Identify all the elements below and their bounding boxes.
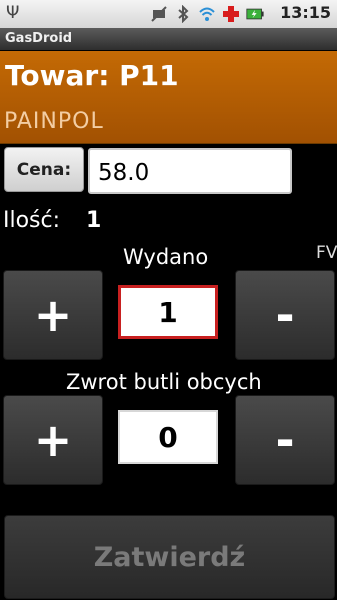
status-bar: Ψ 13:15 xyxy=(0,0,337,28)
app-title-bar: GasDroid xyxy=(0,28,337,50)
product-title: Towar: P11 xyxy=(5,59,179,92)
quantity-value: 1 xyxy=(86,208,102,233)
returns-title: Zwrot butli obcych xyxy=(66,370,262,394)
issued-plus-button[interactable]: + xyxy=(3,270,103,360)
battery-charging-icon xyxy=(246,5,264,23)
no-sim-icon xyxy=(150,5,168,23)
product-header: Towar: P11 PAINPOL xyxy=(0,51,337,144)
returns-count-field[interactable]: 0 xyxy=(118,410,218,464)
bluetooth-icon xyxy=(174,5,192,23)
returns-plus-button[interactable]: + xyxy=(3,395,103,485)
status-icons xyxy=(150,4,264,24)
app-title: GasDroid xyxy=(5,31,73,46)
quantity-label: Ilość: xyxy=(3,208,61,233)
product-subtitle: PAINPOL xyxy=(4,109,104,134)
issued-count-field[interactable]: 1 xyxy=(118,285,218,339)
issued-minus-button[interactable]: - xyxy=(235,270,335,360)
price-input[interactable]: 58.0 xyxy=(88,148,292,194)
usb-icon: Ψ xyxy=(6,3,20,23)
confirm-button[interactable]: Zatwierdź xyxy=(4,515,335,599)
issued-title: Wydano xyxy=(123,245,209,269)
returns-minus-button[interactable]: - xyxy=(235,395,335,485)
clock: 13:15 xyxy=(280,3,331,22)
price-button[interactable]: Cena: xyxy=(4,147,84,192)
wifi-icon xyxy=(198,5,216,23)
fv-label: FV xyxy=(316,243,337,263)
red-cross-icon xyxy=(222,5,240,23)
